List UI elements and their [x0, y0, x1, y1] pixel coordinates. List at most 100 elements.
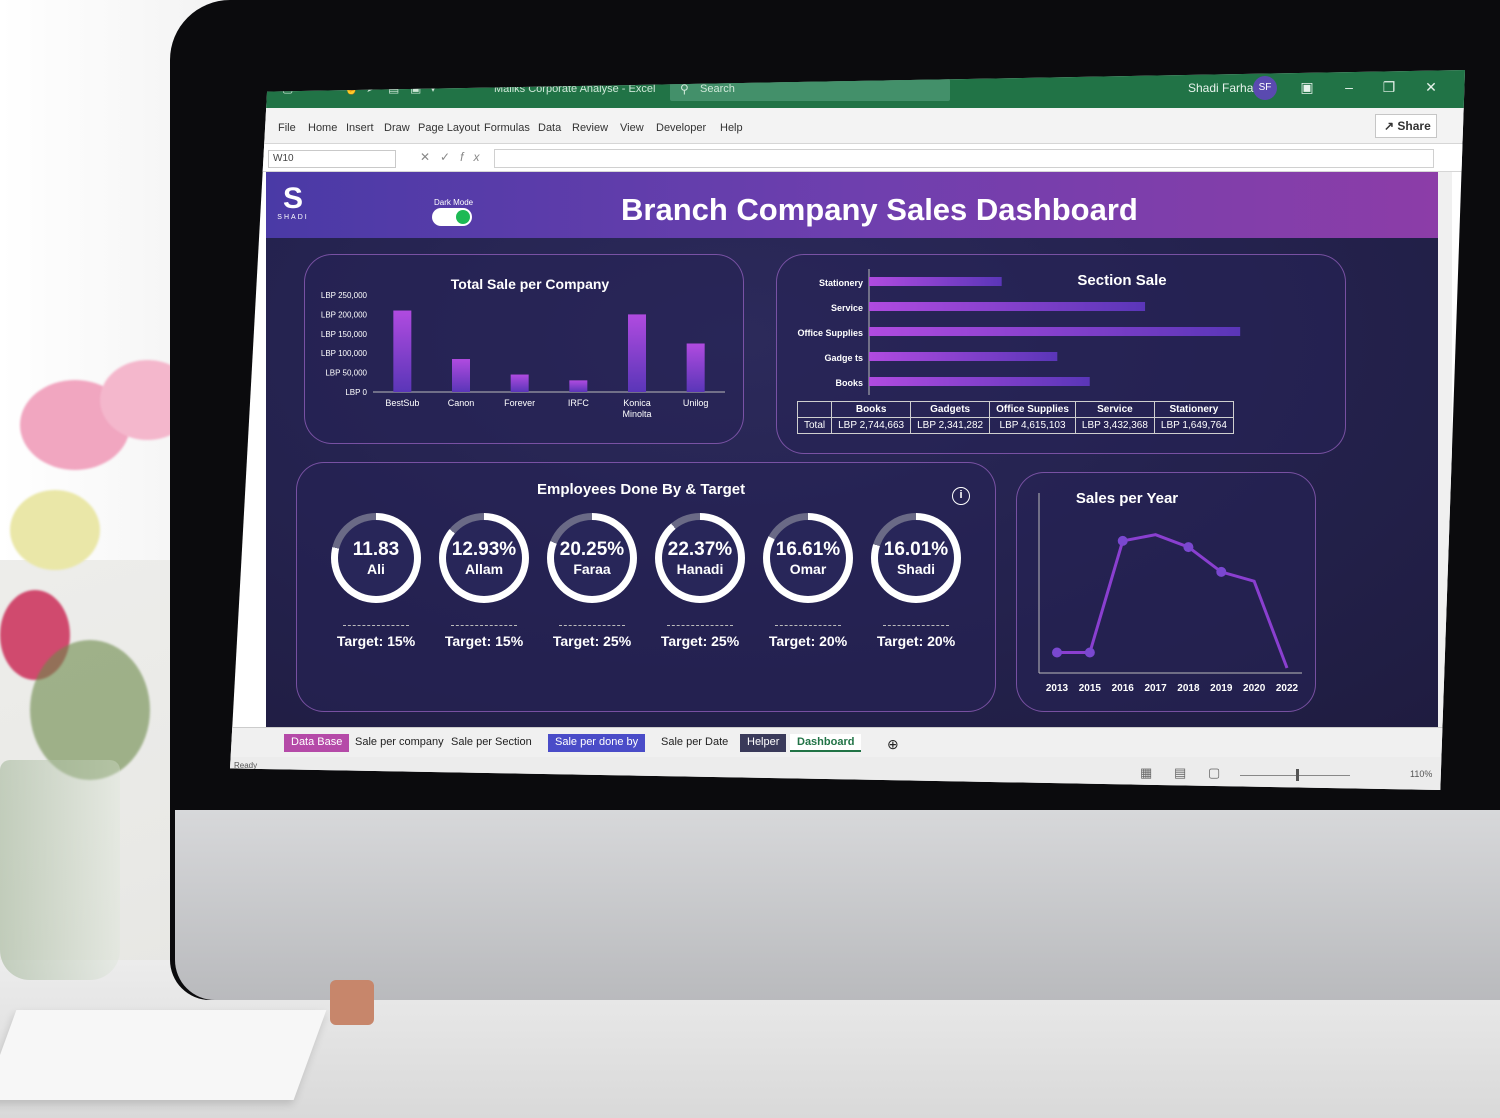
y-tick-label: Books — [835, 378, 863, 388]
formula-buttons[interactable]: ✕✓fx — [420, 150, 489, 164]
tab-developer[interactable]: Developer — [656, 122, 706, 134]
gauge-value: 22.37% — [667, 539, 733, 560]
share-button[interactable]: ↗ Share — [1375, 114, 1437, 138]
monitor-chin — [175, 810, 1500, 1000]
gauge-value: 11.83 — [352, 539, 400, 560]
tab-file[interactable]: File — [278, 122, 296, 134]
y-tick-label: LBP 200,000 — [321, 310, 368, 319]
gauge-employee-name: Hanadi — [676, 561, 724, 577]
employee-gauge: 12.93% Allam Target: 15% — [439, 513, 529, 649]
add-sheet-icon[interactable]: ⊕ — [880, 734, 906, 752]
tab-data[interactable]: Data — [538, 122, 561, 134]
sheet-tab-helper[interactable]: Helper — [740, 734, 787, 752]
table-cell: LBP 2,341,282 — [910, 417, 991, 434]
table-corner — [796, 401, 833, 418]
table-header: Books — [831, 401, 912, 418]
bar — [452, 359, 470, 392]
vase — [0, 760, 120, 980]
tab-help[interactable]: Help — [720, 122, 743, 134]
dashboard: S SHADI Dark Mode Branch Company Sales D… — [266, 172, 1438, 727]
y-tick-label: Stationery — [819, 278, 863, 288]
gauge-employee-name: Ali — [367, 561, 385, 577]
sheet-tab-dashboard[interactable]: Dashboard — [790, 734, 862, 752]
avatar[interactable]: SF — [1253, 76, 1277, 100]
x-tick-label: 2018 — [1177, 683, 1200, 694]
bar — [510, 374, 529, 392]
bar — [869, 352, 1058, 361]
normal-view-icon[interactable]: ▦ — [1140, 765, 1152, 781]
tab-view[interactable]: View — [620, 122, 644, 134]
sales-per-year-chart: Sales per Year 2013 2015 2016 2017 2018 2019 2… — [1038, 490, 1302, 694]
table-header: Stationery — [1153, 401, 1234, 418]
notebook — [0, 1010, 327, 1100]
restore-icon[interactable]: ❐ — [1376, 76, 1402, 98]
name-box[interactable]: W10 — [268, 150, 396, 168]
zoom-thumb[interactable] — [1296, 769, 1299, 781]
y-tick-label: Office Supplies — [797, 328, 863, 338]
tab-draw[interactable]: Draw — [384, 122, 410, 134]
excel-window: ▢ ↶ ↷ ☝ ➤ ▤ ▣ ▾ Maliks Corporate Analyse… — [230, 70, 1465, 790]
table-cell: LBP 1,649,764 — [1153, 417, 1234, 434]
sheet-tab-sale-per-company[interactable]: Sale per company — [348, 734, 451, 752]
logo-icon: S — [282, 182, 303, 215]
gauge-divider — [775, 625, 841, 626]
y-tick-label: LBP 50,000 — [325, 369, 367, 378]
sales-per-year-panel: Sales per Year 2013 2015 2016 2017 2018 2019 2… — [1016, 472, 1316, 712]
bar — [869, 327, 1241, 336]
x-tick-label: 2016 — [1112, 683, 1135, 694]
table-header: Gadgets — [910, 401, 991, 418]
x-tick-label: Forever — [504, 398, 535, 408]
sheet-tabs-bar: Data Base Sale per company Sale per Sect… — [230, 727, 1465, 757]
user-name[interactable]: Shadi Farhat — [1188, 81, 1257, 95]
bar — [869, 277, 1002, 286]
x-tick-label: 2017 — [1144, 683, 1167, 694]
x-tick-label: BestSub — [385, 398, 419, 408]
table-cell: LBP 2,744,663 — [831, 417, 912, 434]
x-tick-label: IRFC — [568, 398, 589, 408]
toggle-knob — [456, 210, 470, 224]
x-tick-label: 2015 — [1079, 683, 1102, 694]
gauge-target: Target: 25% — [660, 633, 740, 649]
zoom-level[interactable]: 110% — [1410, 769, 1432, 779]
gauge-employee-name: Allam — [464, 561, 504, 577]
y-tick-label: LBP 0 — [345, 388, 367, 397]
gauge-value: 16.01% — [883, 539, 949, 560]
monitor-stand — [330, 980, 374, 1025]
close-icon[interactable]: ✕ — [1418, 76, 1444, 98]
info-icon[interactable]: i — [952, 487, 970, 505]
y-tick-label: Gadge ts — [824, 353, 863, 363]
sheet-tab-data-base[interactable]: Data Base — [284, 734, 350, 752]
table-header: Service — [1074, 401, 1155, 418]
employees-title: Employees Done By & Target — [537, 481, 746, 498]
tab-formulas[interactable]: Formulas — [484, 122, 530, 134]
section-table: Books Gadgets Office Supplies Service St… — [796, 401, 1234, 434]
company-sales-chart: Total Sale per Company LBP 250,000 LBP 20… — [321, 276, 725, 419]
share-label: Share — [1397, 119, 1431, 133]
ribbon-display-icon[interactable]: ▣ — [1294, 76, 1320, 98]
sheet-tab-sale-per-done-by[interactable]: Sale per done by — [548, 734, 646, 752]
share-icon: ↗ — [1384, 119, 1395, 133]
chart-title: Sales per Year — [1076, 490, 1178, 507]
data-point — [1183, 542, 1194, 553]
tab-home[interactable]: Home — [308, 122, 337, 134]
x-tick-label: Canon — [448, 398, 475, 408]
minimize-icon[interactable]: – — [1336, 76, 1362, 98]
tab-review[interactable]: Review — [572, 122, 608, 134]
dark-mode-toggle[interactable] — [432, 208, 472, 226]
bar — [628, 314, 646, 392]
x-tick-label: 2022 — [1276, 683, 1299, 694]
page-layout-view-icon[interactable]: ▤ — [1174, 765, 1186, 781]
table-header: Office Supplies — [989, 401, 1076, 418]
gauge-employee-name: Shadi — [896, 561, 936, 577]
zoom-slider[interactable] — [1240, 775, 1350, 776]
dashboard-title: Branch Company Sales Dashboard — [621, 192, 1138, 227]
sheet-tab-sale-per-date[interactable]: Sale per Date — [654, 734, 735, 752]
page-break-view-icon[interactable]: ▢ — [1208, 765, 1220, 781]
sheet-tab-sale-per-section[interactable]: Sale per Section — [444, 734, 539, 752]
gauge-divider — [883, 625, 949, 626]
tab-insert[interactable]: Insert — [346, 122, 374, 134]
formula-input[interactable] — [494, 149, 1434, 168]
tab-page-layout[interactable]: Page Layout — [418, 122, 480, 134]
gauge-target: Target: 20% — [768, 633, 848, 649]
employee-gauge: 16.01% Shadi Target: 20% — [871, 513, 961, 649]
